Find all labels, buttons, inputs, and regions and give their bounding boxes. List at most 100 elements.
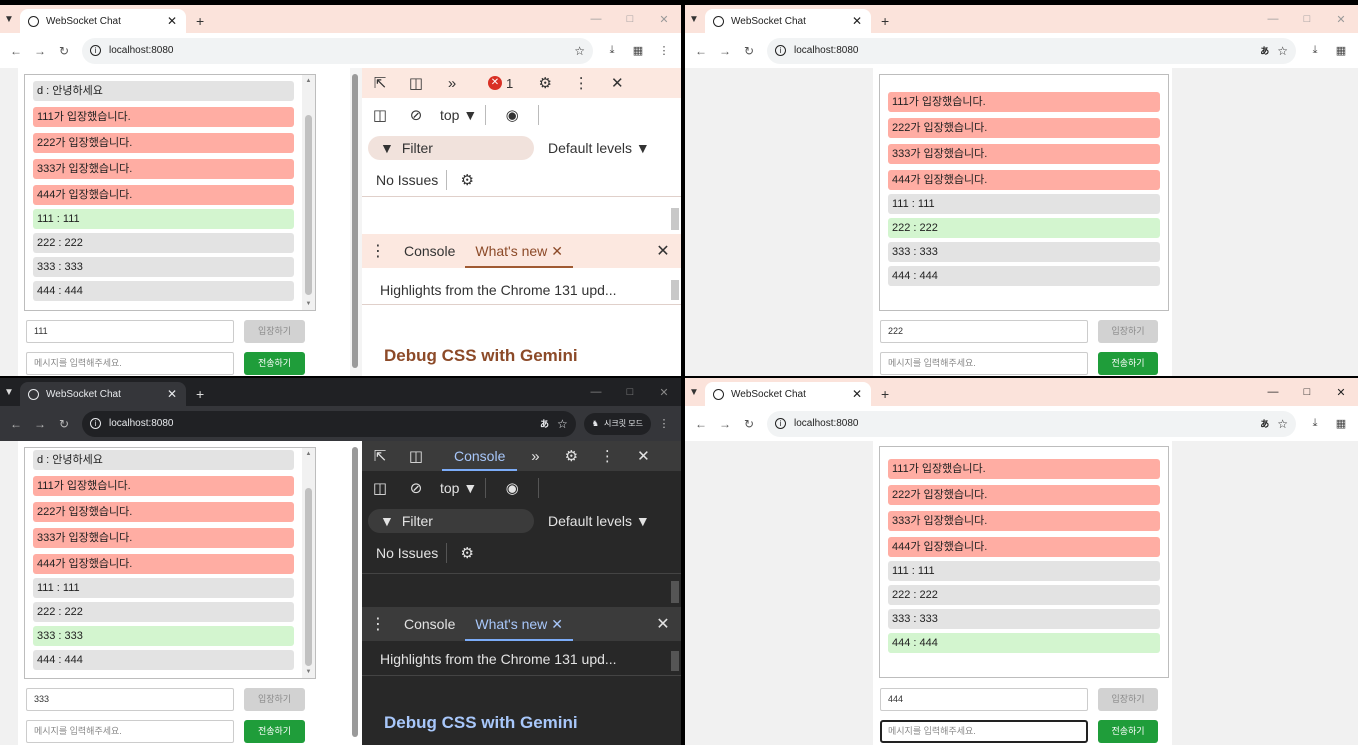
reload-icon[interactable]: ↻ bbox=[52, 44, 76, 58]
devtools-menu-icon[interactable]: ⋮ bbox=[563, 74, 599, 92]
devtools-resize-handle[interactable] bbox=[350, 441, 362, 745]
inspect-element-icon[interactable]: ⇱ bbox=[362, 447, 398, 465]
sidebar-toggle-icon[interactable]: ◫ bbox=[362, 106, 398, 124]
chat-message-list[interactable]: d : 안녕하세요 111가 입장했습니다. 222가 입장했습니다. 333가… bbox=[24, 74, 316, 311]
address-bar[interactable]: i localhost:8080 あ ☆ bbox=[767, 37, 1296, 64]
new-tab-icon[interactable]: + bbox=[881, 382, 889, 406]
close-drawer-icon[interactable]: ✕ bbox=[645, 241, 681, 261]
address-bar[interactable]: i localhost:8080 ☆ bbox=[82, 37, 593, 64]
drawer-menu-icon[interactable]: ⋮ bbox=[362, 614, 394, 634]
close-devtools-icon[interactable]: ✕ bbox=[625, 447, 661, 465]
more-panels-icon[interactable]: » bbox=[517, 448, 553, 465]
maximize-icon[interactable]: □ bbox=[613, 386, 647, 398]
join-button[interactable]: 입장하기 bbox=[1098, 688, 1158, 711]
devtools-menu-icon[interactable]: ⋮ bbox=[589, 447, 625, 465]
message-input[interactable]: 메시지를 입력해주세요. bbox=[26, 352, 234, 375]
tab-console[interactable]: Console bbox=[394, 234, 465, 268]
back-icon[interactable]: ← bbox=[689, 417, 713, 431]
chat-scrollbar[interactable]: ▲ ▼ bbox=[302, 448, 315, 678]
scroll-thumb[interactable] bbox=[305, 488, 312, 666]
new-tab-icon[interactable]: + bbox=[196, 382, 204, 406]
drawer-scrollbar[interactable] bbox=[671, 651, 679, 671]
browser-tab[interactable]: WebSocket Chat ✕ bbox=[705, 9, 871, 33]
site-info-icon[interactable]: i bbox=[90, 418, 101, 429]
tab-console[interactable]: Console bbox=[394, 607, 465, 641]
log-levels-dropdown[interactable]: Default levels ▼ bbox=[548, 513, 650, 529]
console-scrollbar[interactable] bbox=[671, 581, 679, 603]
username-input[interactable]: 111 bbox=[26, 320, 234, 343]
browser-tab[interactable]: WebSocket Chat ✕ bbox=[705, 382, 871, 406]
browser-tab[interactable]: WebSocket Chat ✕ bbox=[20, 9, 186, 33]
menu-kebab-icon[interactable]: ⋮ bbox=[651, 417, 677, 430]
live-expression-eye-icon[interactable]: ◉ bbox=[494, 479, 530, 497]
more-panels-icon[interactable]: » bbox=[434, 75, 470, 92]
maximize-icon[interactable]: □ bbox=[1290, 13, 1324, 25]
close-tab-icon[interactable]: ✕ bbox=[551, 243, 563, 259]
username-input[interactable]: 222 bbox=[880, 320, 1088, 343]
chat-message-list[interactable]: 111가 입장했습니다. 222가 입장했습니다. 333가 입장했습니다. 4… bbox=[879, 446, 1169, 678]
extension-icon[interactable]: ▦ bbox=[1328, 44, 1354, 57]
message-input[interactable]: 메시지를 입력해주세요. bbox=[880, 720, 1088, 743]
tab-search-icon[interactable]: ▼ bbox=[0, 5, 18, 33]
site-info-icon[interactable]: i bbox=[775, 418, 786, 429]
send-button[interactable]: 전송하기 bbox=[1098, 720, 1158, 743]
devtools-resize-handle[interactable] bbox=[350, 68, 362, 376]
message-input[interactable]: 메시지를 입력해주세요. bbox=[26, 720, 234, 743]
maximize-icon[interactable]: □ bbox=[613, 13, 647, 25]
scroll-up-icon[interactable]: ▲ bbox=[302, 75, 315, 87]
download-icon[interactable]: ⤓ bbox=[1302, 44, 1328, 57]
drawer-menu-icon[interactable]: ⋮ bbox=[362, 241, 394, 261]
forward-icon[interactable]: → bbox=[713, 417, 737, 431]
filter-input[interactable]: ▼ Filter bbox=[368, 509, 534, 533]
device-toggle-icon[interactable]: ◫ bbox=[398, 74, 434, 92]
minimize-icon[interactable]: — bbox=[1256, 386, 1290, 398]
console-scrollbar[interactable] bbox=[671, 208, 679, 230]
translate-icon[interactable]: あ bbox=[1260, 417, 1269, 430]
maximize-icon[interactable]: □ bbox=[1290, 386, 1324, 398]
username-input[interactable]: 333 bbox=[26, 688, 234, 711]
context-selector[interactable]: top ▼ bbox=[440, 107, 477, 123]
log-levels-dropdown[interactable]: Default levels ▼ bbox=[548, 140, 650, 156]
close-window-icon[interactable]: ✕ bbox=[1324, 13, 1358, 26]
tab-whats-new[interactable]: What's new ✕ bbox=[465, 234, 573, 268]
bookmark-star-icon[interactable]: ☆ bbox=[1277, 417, 1288, 431]
reload-icon[interactable]: ↻ bbox=[737, 417, 761, 431]
new-tab-icon[interactable]: + bbox=[196, 9, 204, 33]
live-expression-eye-icon[interactable]: ◉ bbox=[494, 106, 530, 124]
forward-icon[interactable]: → bbox=[28, 44, 52, 58]
console-settings-gear-icon[interactable]: ⚙ bbox=[455, 171, 479, 189]
clear-console-icon[interactable]: ⊘ bbox=[398, 479, 434, 497]
close-window-icon[interactable]: ✕ bbox=[1324, 386, 1358, 399]
back-icon[interactable]: ← bbox=[689, 44, 713, 58]
close-tab-icon[interactable]: ✕ bbox=[551, 616, 563, 632]
close-tab-icon[interactable]: ✕ bbox=[851, 14, 863, 28]
username-input[interactable]: 444 bbox=[880, 688, 1088, 711]
device-toggle-icon[interactable]: ◫ bbox=[398, 447, 434, 465]
site-info-icon[interactable]: i bbox=[775, 45, 786, 56]
settings-gear-icon[interactable]: ⚙ bbox=[553, 447, 589, 465]
address-bar[interactable]: i localhost:8080 あ ☆ bbox=[82, 410, 576, 437]
extension-icon[interactable]: ▦ bbox=[625, 44, 651, 57]
whats-new-highlights[interactable]: Highlights from the Chrome 131 upd... bbox=[380, 651, 617, 667]
close-tab-icon[interactable]: ✕ bbox=[166, 14, 178, 28]
close-tab-icon[interactable]: ✕ bbox=[851, 387, 863, 401]
chat-message-list[interactable]: 111가 입장했습니다. 222가 입장했습니다. 333가 입장했습니다. 4… bbox=[879, 74, 1169, 311]
browser-tab[interactable]: WebSocket Chat ✕ bbox=[20, 382, 186, 406]
translate-icon[interactable]: あ bbox=[1260, 44, 1269, 57]
tab-search-icon[interactable]: ▼ bbox=[0, 378, 18, 406]
tab-search-icon[interactable]: ▼ bbox=[685, 378, 703, 406]
scroll-down-icon[interactable]: ▼ bbox=[302, 666, 315, 678]
inspect-element-icon[interactable]: ⇱ bbox=[362, 74, 398, 92]
forward-icon[interactable]: → bbox=[713, 44, 737, 58]
message-input[interactable]: 메시지를 입력해주세요. bbox=[880, 352, 1088, 375]
join-button[interactable]: 입장하기 bbox=[1098, 320, 1158, 343]
close-window-icon[interactable]: ✕ bbox=[647, 386, 681, 399]
download-icon[interactable]: ⤓ bbox=[1302, 417, 1328, 430]
chat-scrollbar[interactable]: ▲ ▼ bbox=[302, 75, 315, 310]
back-icon[interactable]: ← bbox=[4, 417, 28, 431]
bookmark-star-icon[interactable]: ☆ bbox=[1277, 44, 1288, 58]
reload-icon[interactable]: ↻ bbox=[52, 417, 76, 431]
download-icon[interactable]: ⤓ bbox=[599, 44, 625, 57]
address-bar[interactable]: i localhost:8080 あ ☆ bbox=[767, 410, 1296, 437]
scroll-down-icon[interactable]: ▼ bbox=[302, 298, 315, 310]
